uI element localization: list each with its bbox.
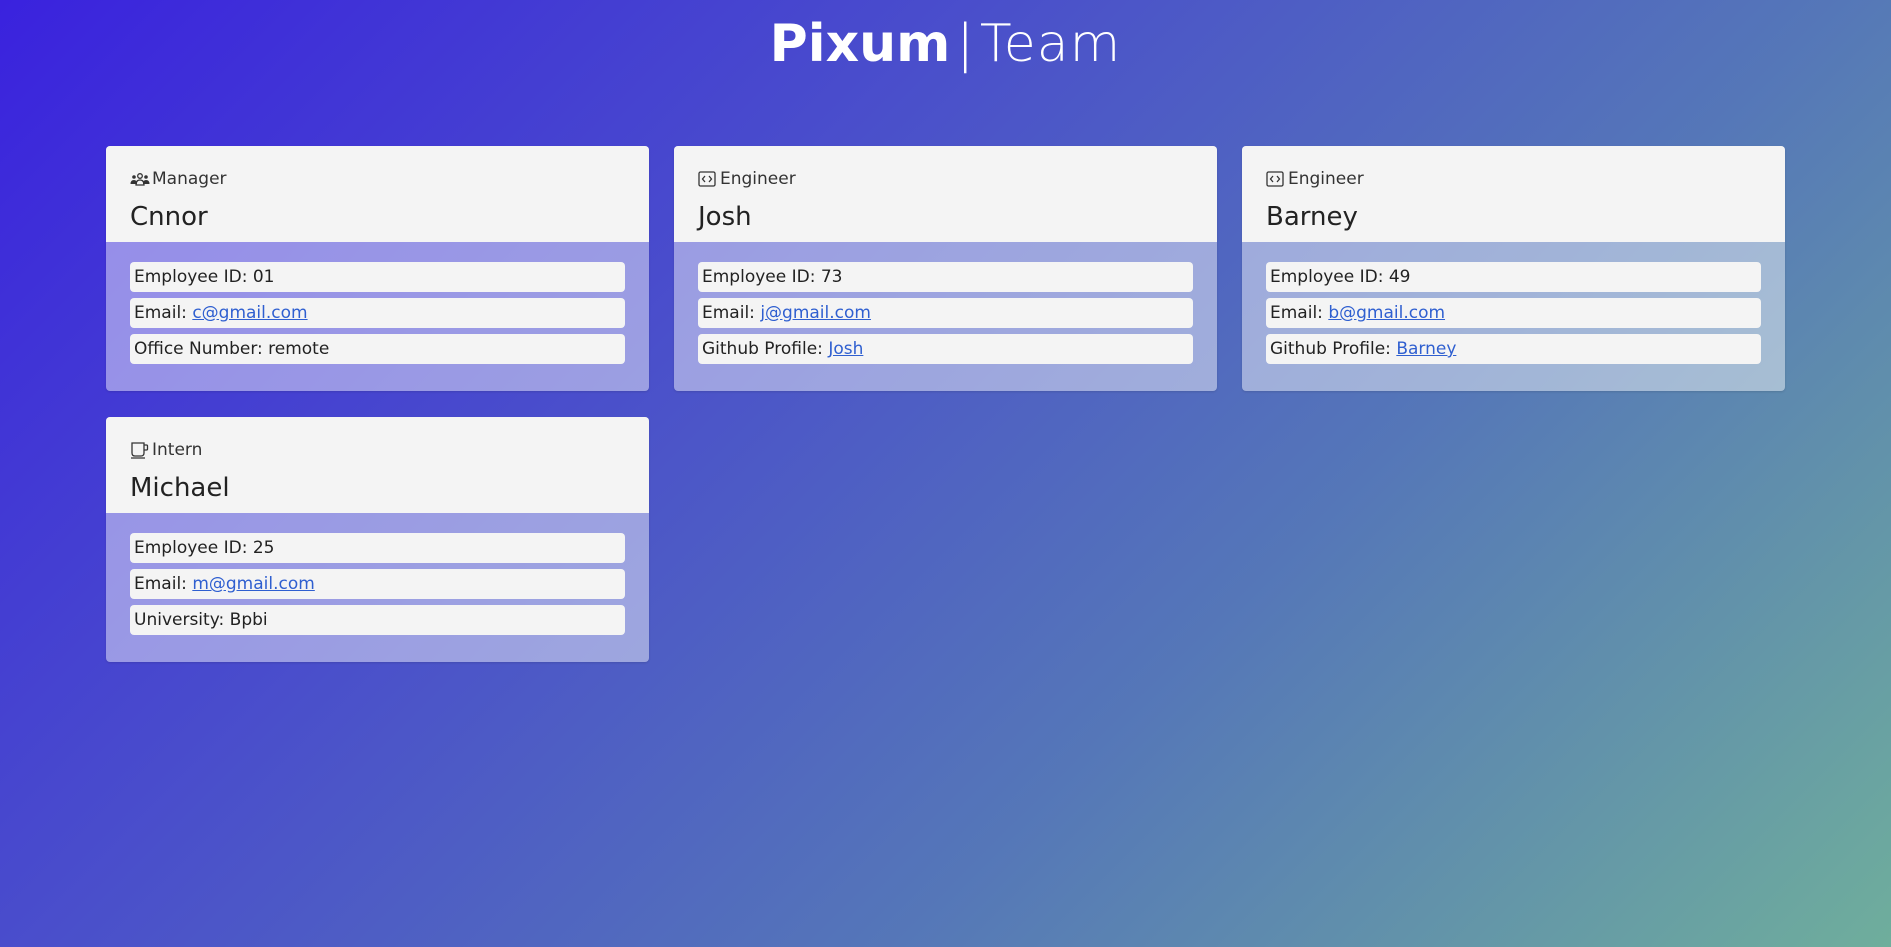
card-header: Intern Michael bbox=[106, 417, 649, 513]
github-label: Github Profile: bbox=[1270, 339, 1391, 359]
email-link[interactable]: j@gmail.com bbox=[760, 303, 871, 323]
email-row: Email: j@gmail.com bbox=[698, 298, 1193, 328]
card-body: Employee ID: 01 Email: c@gmail.com Offic… bbox=[106, 242, 649, 364]
code-icon bbox=[1266, 170, 1287, 188]
role-row: Manager bbox=[130, 169, 625, 189]
page-header: Pixum | Team bbox=[0, 10, 1891, 78]
card-header: Engineer Josh bbox=[674, 146, 1217, 242]
cup-icon bbox=[130, 441, 151, 459]
role-row: Engineer bbox=[698, 169, 1193, 189]
employee-name: Barney bbox=[1266, 202, 1358, 232]
brand-name: Pixum bbox=[769, 14, 951, 74]
office-number-row: Office Number: remote bbox=[130, 334, 625, 364]
email-row: Email: c@gmail.com bbox=[130, 298, 625, 328]
employee-name: Josh bbox=[698, 202, 752, 232]
github-row: Github Profile: Josh bbox=[698, 334, 1193, 364]
role-row: Engineer bbox=[1266, 169, 1761, 189]
github-label: Github Profile: bbox=[702, 339, 823, 359]
github-link[interactable]: Barney bbox=[1396, 339, 1456, 359]
card-body: Employee ID: 73 Email: j@gmail.com Githu… bbox=[674, 242, 1217, 364]
email-label: Email: bbox=[702, 303, 755, 323]
card-header: Engineer Barney bbox=[1242, 146, 1785, 242]
email-label: Email: bbox=[1270, 303, 1323, 323]
email-row: Email: m@gmail.com bbox=[130, 569, 625, 599]
employee-id-row: Employee ID: 01 bbox=[130, 262, 625, 292]
header-separator: | bbox=[956, 14, 974, 74]
team-cards: Manager Cnnor Employee ID: 01 Email: c@g… bbox=[106, 146, 1786, 662]
email-label: Email: bbox=[134, 574, 187, 594]
role-label: Intern bbox=[152, 440, 203, 460]
employee-name: Michael bbox=[130, 473, 230, 503]
card-body: Employee ID: 25 Email: m@gmail.com Unive… bbox=[106, 513, 649, 635]
employee-card: Manager Cnnor Employee ID: 01 Email: c@g… bbox=[106, 146, 649, 391]
card-header: Manager Cnnor bbox=[106, 146, 649, 242]
email-label: Email: bbox=[134, 303, 187, 323]
employee-id-row: Employee ID: 25 bbox=[130, 533, 625, 563]
github-link[interactable]: Josh bbox=[828, 339, 863, 359]
email-link[interactable]: c@gmail.com bbox=[192, 303, 307, 323]
page-title: Team bbox=[979, 14, 1122, 74]
employee-name: Cnnor bbox=[130, 202, 208, 232]
code-icon bbox=[698, 170, 719, 188]
employee-card: Engineer Josh Employee ID: 73 Email: j@g… bbox=[674, 146, 1217, 391]
employee-card: Engineer Barney Employee ID: 49 Email: b… bbox=[1242, 146, 1785, 391]
manager-icon bbox=[130, 170, 151, 188]
employee-card: Intern Michael Employee ID: 25 Email: m@… bbox=[106, 417, 649, 662]
employee-id-row: Employee ID: 73 bbox=[698, 262, 1193, 292]
role-label: Manager bbox=[152, 169, 227, 189]
role-label: Engineer bbox=[720, 169, 796, 189]
email-link[interactable]: m@gmail.com bbox=[192, 574, 315, 594]
email-row: Email: b@gmail.com bbox=[1266, 298, 1761, 328]
email-link[interactable]: b@gmail.com bbox=[1328, 303, 1445, 323]
role-row: Intern bbox=[130, 440, 625, 460]
github-row: Github Profile: Barney bbox=[1266, 334, 1761, 364]
university-row: University: Bpbi bbox=[130, 605, 625, 635]
card-body: Employee ID: 49 Email: b@gmail.com Githu… bbox=[1242, 242, 1785, 364]
role-label: Engineer bbox=[1288, 169, 1364, 189]
employee-id-row: Employee ID: 49 bbox=[1266, 262, 1761, 292]
